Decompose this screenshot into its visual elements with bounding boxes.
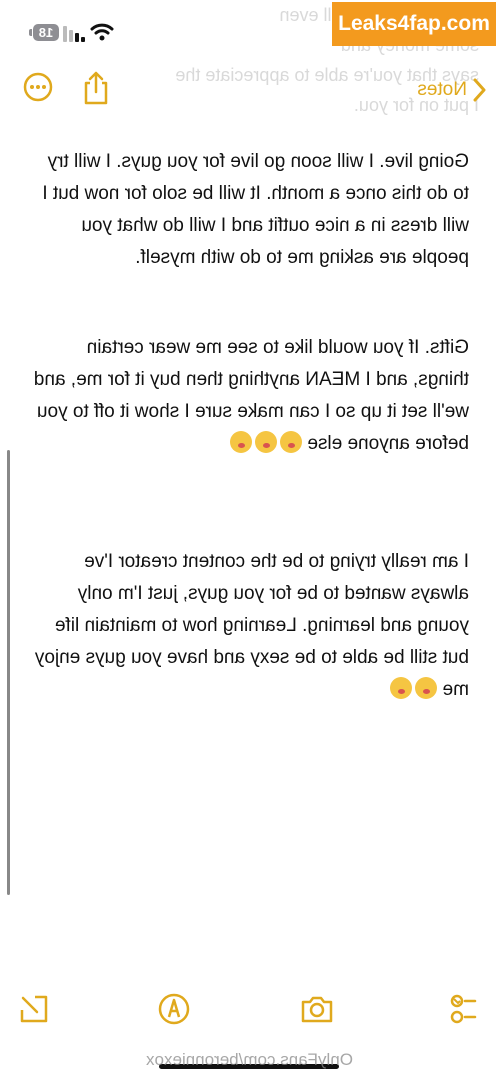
kissing-face-emoji xyxy=(390,677,413,699)
markup-icon[interactable] xyxy=(157,992,191,1026)
compose-icon[interactable] xyxy=(17,992,51,1026)
battery-tip xyxy=(29,29,32,36)
kissing-face-emoji xyxy=(280,431,303,453)
note-paragraph-1-text: Going live. I will soon go live for you … xyxy=(42,151,469,268)
watermark-url: OnlyFans.com/beronniexox xyxy=(146,1050,353,1069)
watermark-badge: Leaks4fap.com xyxy=(332,2,496,46)
kissing-face-emoji xyxy=(255,431,278,453)
camera-icon[interactable] xyxy=(300,992,334,1026)
note-paragraph-creator: I am really trying to be the content cre… xyxy=(29,546,469,706)
note-paragraph-gifts: Gifts. If you would like to see me wear … xyxy=(29,332,469,460)
mirrored-screenshot: 18 see more and you'll even some money a… xyxy=(0,0,499,1080)
kissing-face-emoji xyxy=(230,431,253,453)
battery-indicator: 18 xyxy=(33,24,59,41)
kissing-face-emoji xyxy=(415,677,438,699)
back-label: Notes xyxy=(417,79,467,100)
wifi-icon xyxy=(90,23,114,41)
signal-icon xyxy=(63,26,85,42)
battery-level: 18 xyxy=(38,25,54,40)
scroll-indicator[interactable] xyxy=(7,450,10,895)
checklist-icon[interactable] xyxy=(445,992,479,1026)
share-icon[interactable] xyxy=(81,70,111,106)
note-paragraph-going-live: Going live. I will soon go live for you … xyxy=(29,146,469,274)
more-icon[interactable] xyxy=(23,72,53,102)
note-paragraph-2-text: Gifts. If you would like to see me wear … xyxy=(33,337,469,454)
chevron-left-icon xyxy=(473,78,486,102)
back-button[interactable]: Notes xyxy=(417,72,487,108)
